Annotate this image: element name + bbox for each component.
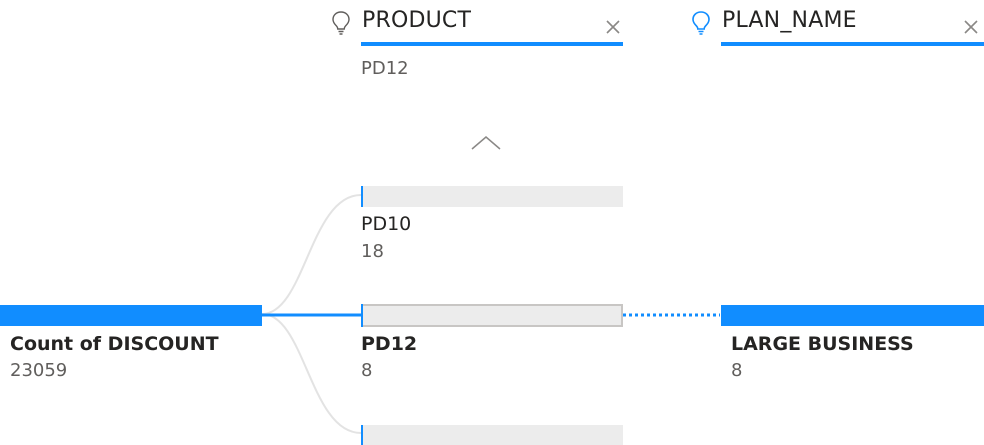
- level-underline-plan-name: [721, 42, 984, 46]
- level-title-plan-name: PLAN_NAME: [722, 8, 857, 33]
- node-label: PD12: [361, 333, 418, 355]
- node-large-business[interactable]: LARGE BUSINESS 8: [721, 305, 984, 385]
- root-bar[interactable]: [0, 305, 262, 326]
- level-underline-product: [361, 42, 623, 46]
- node-value: 8: [361, 360, 373, 381]
- node-fill: [361, 186, 363, 207]
- node-label: LARGE BUSINESS: [731, 333, 914, 355]
- node-bar[interactable]: [361, 425, 623, 445]
- lightbulb-icon[interactable]: [690, 10, 712, 36]
- node-fill: [361, 304, 363, 327]
- level-selected-product: PD12: [361, 58, 409, 79]
- node-fill: [361, 425, 363, 445]
- close-icon[interactable]: [962, 18, 980, 36]
- node-pd10[interactable]: PD10 18: [361, 186, 623, 266]
- node-value: 8: [731, 360, 743, 381]
- connector-to-pd10: [261, 194, 362, 315]
- node-bar[interactable]: [361, 186, 623, 207]
- connector-to-pd-lower: [261, 313, 362, 434]
- node-value: 18: [361, 241, 384, 262]
- node-pd12[interactable]: PD12 8: [361, 304, 623, 384]
- node-bar[interactable]: [721, 305, 984, 326]
- root-value: 23059: [10, 360, 68, 381]
- chevron-up-icon[interactable]: [470, 134, 502, 152]
- close-icon[interactable]: [604, 18, 622, 36]
- lightbulb-icon[interactable]: [330, 10, 352, 36]
- node-bar[interactable]: [361, 304, 623, 327]
- node-label: PD10: [361, 213, 412, 235]
- node-product-partial[interactable]: [361, 425, 623, 445]
- root-label: Count of DISCOUNT: [10, 333, 219, 355]
- level-title-product: PRODUCT: [362, 8, 472, 33]
